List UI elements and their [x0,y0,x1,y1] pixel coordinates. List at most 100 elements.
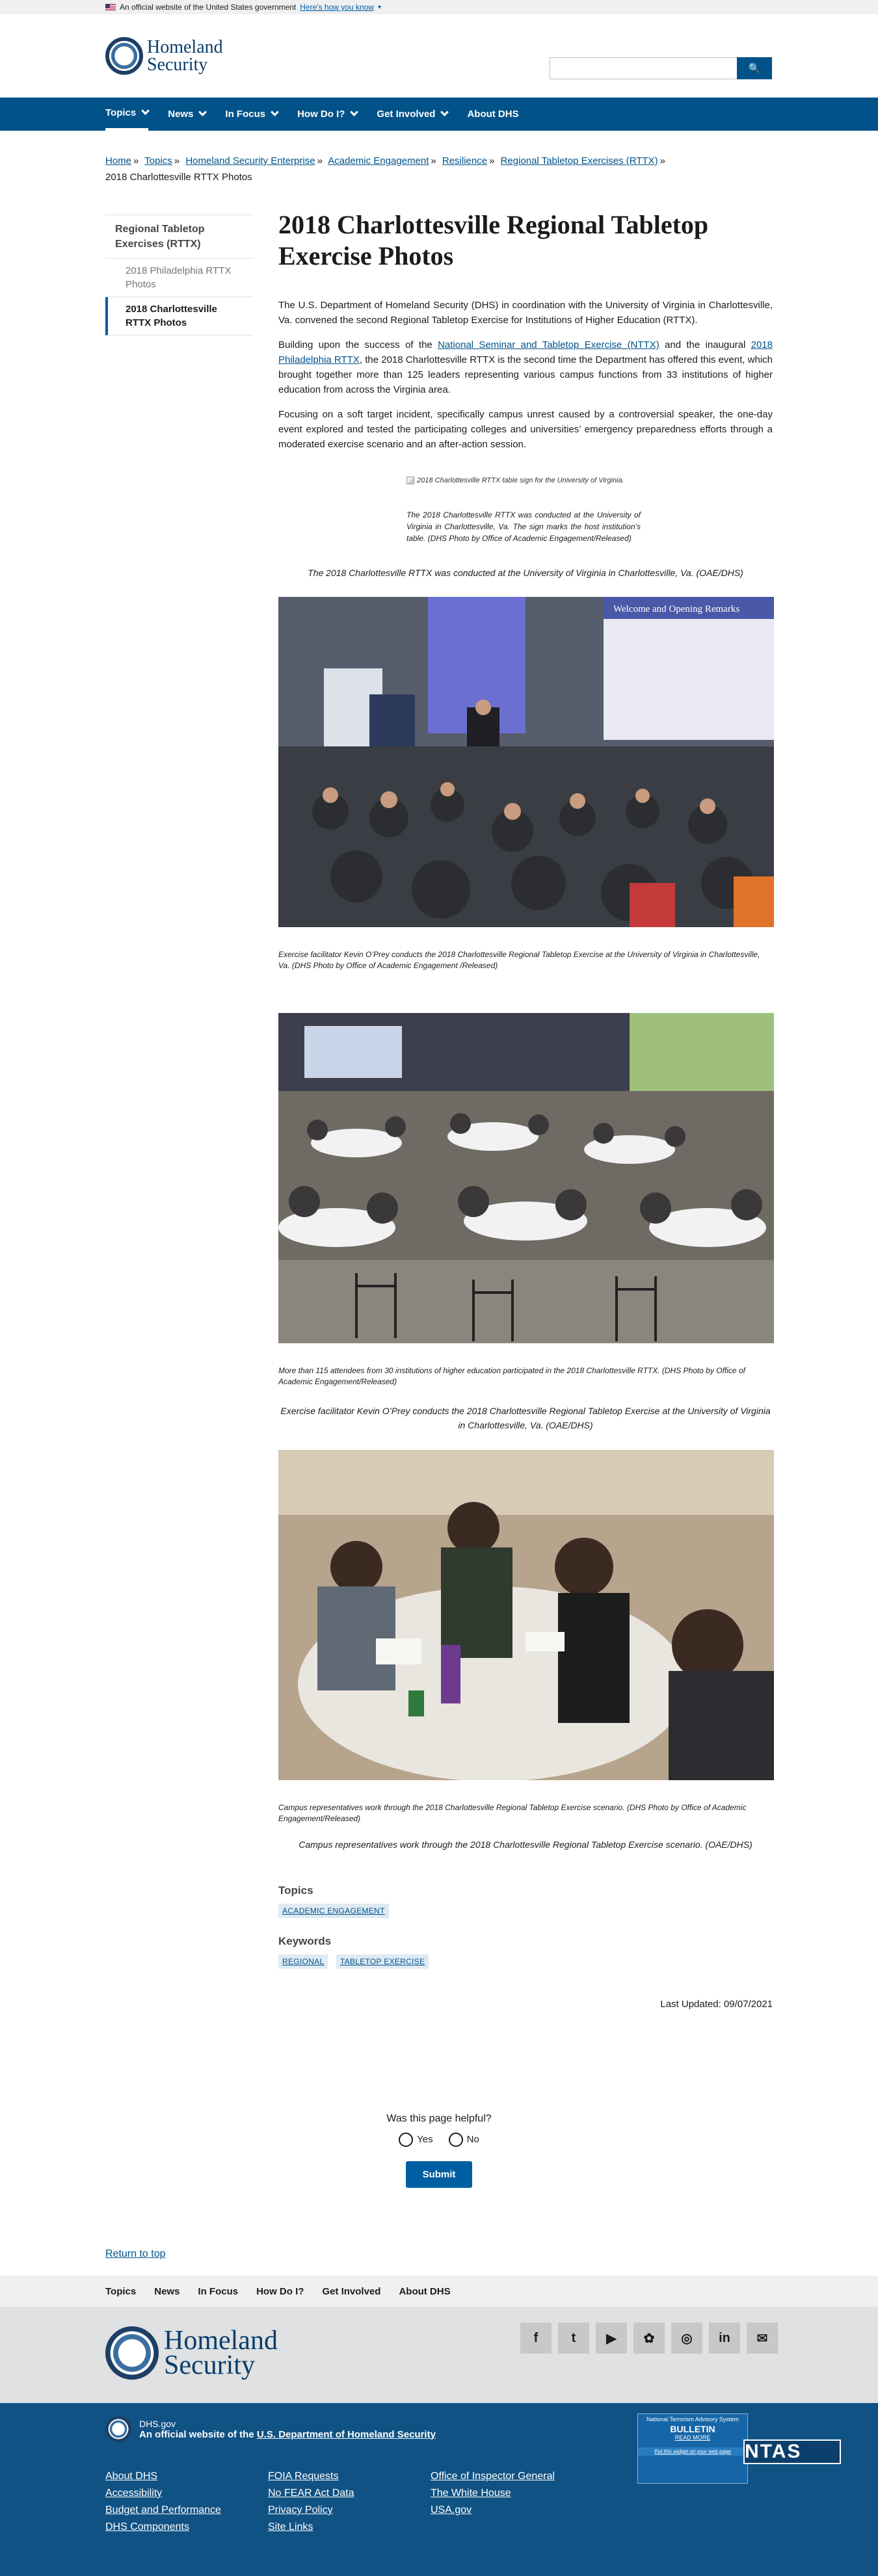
ntas-widget-link[interactable]: Put this widget on your web page [638,2447,747,2456]
focus-paragraph: Focusing on a soft target incident, spec… [278,409,773,450]
nav-topics[interactable]: Topics [105,98,150,131]
image-alt-text: 2018 Charlottesville RTTX table sign for… [417,477,624,484]
feedback-question: Was this page helpful? [386,2113,492,2124]
ntas-widget[interactable]: National Terrorism Advisory System NTAS … [637,2413,841,2484]
footer-link-about-dhs[interactable]: About DHS [105,2471,268,2482]
footer-nav-how-do-i[interactable]: How Do I? [256,2286,304,2297]
dhs-link[interactable]: U.S. Department of Homeland Security [257,2429,436,2440]
nav-how-do-i[interactable]: How Do I? [297,98,359,131]
keyword-tag[interactable]: TABLETOP EXERCISE [336,1954,429,1969]
dhs-seal-icon [105,2416,131,2442]
nav-label: About DHS [467,109,519,120]
text: and the inaugural [659,339,751,350]
footer-logo-line1: Homeland [164,2326,278,2356]
dhs-logo[interactable]: Homeland Security [105,37,223,75]
footer-nav-topics[interactable]: Topics [105,2286,136,2297]
social-links: f t ▶ ✿ ◎ in ✉ [520,2322,778,2354]
us-flag-icon [105,4,116,10]
breadcrumb: Home» Topics» Homeland Security Enterpri… [105,155,665,183]
sidenav-item-rttx[interactable]: Regional Tabletop Exercises (RTTX) [105,215,254,259]
footer-link-site-links[interactable]: Site Links [268,2521,431,2533]
footer-nav-get-involved[interactable]: Get Involved [322,2286,380,2297]
footer-logo-line2: Security [164,2350,255,2380]
search-button[interactable]: 🔍 [737,57,772,79]
topics-section: Topics ACADEMIC ENGAGEMENT [278,1884,773,1918]
footer-link-no-fear[interactable]: No FEAR Act Data [268,2488,431,2499]
official-text: An official website of the [139,2428,257,2440]
nav-label: In Focus [225,109,266,120]
breadcrumb-hse[interactable]: Homeland Security Enterprise [185,155,315,166]
ntas-logo: NTAS [743,2439,841,2464]
footer-nav-news[interactable]: News [154,2286,180,2297]
footer-link-components[interactable]: DHS Components [105,2521,268,2533]
attendees-image [278,1013,774,1343]
heres-how-link[interactable]: Here's how you know [300,3,374,12]
footer-link-white-house[interactable]: The White House [431,2488,593,2499]
ntas-heading: National Terrorism Advisory System [646,2416,739,2423]
nav-about-dhs[interactable]: About DHS [467,98,518,131]
return-to-top-link[interactable]: Return to top [105,2248,166,2260]
figure-center-caption: The 2018 Charlottesville RTTX was conduc… [308,568,743,578]
footer-link-privacy[interactable]: Privacy Policy [268,2504,431,2516]
nav-news[interactable]: News [168,98,207,131]
submit-button[interactable]: Submit [405,2161,473,2188]
linkedin-icon[interactable]: in [709,2322,740,2354]
twitter-icon[interactable]: t [558,2322,589,2354]
yes-radio[interactable]: Yes [399,2133,433,2147]
footer-nav-about-dhs[interactable]: About DHS [399,2286,450,2297]
dhs-seal-icon [105,37,143,75]
nav-label: How Do I? [297,109,345,120]
chevron-down-icon [271,108,279,116]
chevron-down-icon [198,108,207,116]
breadcrumb-rttx[interactable]: Regional Tabletop Exercises (RTTX) [501,155,658,166]
no-radio[interactable]: No [448,2133,479,2147]
feedback-form: Was this page helpful? Yes No Submit [0,2113,878,2188]
nav-label: Get Involved [377,109,436,120]
footer-link-oig[interactable]: Office of Inspector General [431,2471,593,2482]
radio-icon [448,2133,463,2147]
email-icon[interactable]: ✉ [747,2322,778,2354]
table-sign-figure: 2018 Charlottesville RTTX table sign for… [406,477,641,544]
search-input[interactable] [550,57,737,79]
flickr-icon[interactable]: ✿ [633,2322,665,2354]
breadcrumb-topics[interactable]: Topics [144,155,172,166]
nav-in-focus[interactable]: In Focus [225,98,279,131]
footer-links: About DHS FOIA Requests Office of Inspec… [105,2471,593,2533]
photo-center-caption: Exercise facilitator Kevin O’Prey conduc… [280,1406,771,1430]
footer-nav: Topics News In Focus How Do I? Get Invol… [0,2276,878,2307]
breadcrumb-home[interactable]: Home [105,155,131,166]
keyword-tag[interactable]: REGIONAL [278,1954,328,1969]
last-updated: Last Updated: 09/07/2021 [660,1999,773,2010]
footer-dhs-logo[interactable]: Homeland Security [105,2326,278,2380]
side-nav: Regional Tabletop Exercises (RTTX) 2018 … [105,215,254,335]
footer-link-usagov[interactable]: USA.gov [431,2504,593,2516]
youtube-icon[interactable]: ▶ [596,2322,627,2354]
topic-tag[interactable]: ACADEMIC ENGAGEMENT [278,1904,389,1918]
facebook-icon[interactable]: f [520,2322,552,2354]
text: Building upon the success of the [278,339,438,350]
nttx-link[interactable]: National Seminar and Tabletop Exercise (… [438,339,659,350]
radio-icon [399,2133,414,2147]
main-content: 2018 Charlottesville Regional Tabletop E… [278,209,774,2010]
breadcrumb-resilience[interactable]: Resilience [442,155,487,166]
instagram-icon[interactable]: ◎ [671,2322,702,2354]
footer-link-foia[interactable]: FOIA Requests [268,2471,431,2482]
logo-line1: Homeland [147,37,223,57]
sidenav-item-charlottesville[interactable]: 2018 Charlottesville RTTX Photos [105,297,254,335]
chevron-down-icon [440,108,449,116]
no-label: No [466,2133,479,2145]
broken-image-icon [406,477,414,484]
chevron-down-icon [141,107,150,115]
ntas-bulletin: BULLETIN [670,2424,715,2434]
photo-caption: Exercise facilitator Kevin O’Prey conduc… [278,950,760,970]
keywords-section: Keywords REGIONAL TABLETOP EXERCISE [278,1935,773,1969]
footer-link-budget[interactable]: Budget and Performance [105,2504,268,2516]
nttx-paragraph: Building upon the success of the Nationa… [278,337,773,397]
ntas-read-more[interactable]: READ MORE [638,2434,747,2441]
footer-nav-in-focus[interactable]: In Focus [198,2286,238,2297]
sidenav-item-philadelphia[interactable]: 2018 Philadelphia RTTX Photos [105,259,254,297]
nav-get-involved[interactable]: Get Involved [377,98,449,131]
breadcrumb-academic[interactable]: Academic Engagement [328,155,429,166]
footer-link-accessibility[interactable]: Accessibility [105,2488,268,2499]
intro-paragraph: The U.S. Department of Homeland Security… [278,300,773,326]
